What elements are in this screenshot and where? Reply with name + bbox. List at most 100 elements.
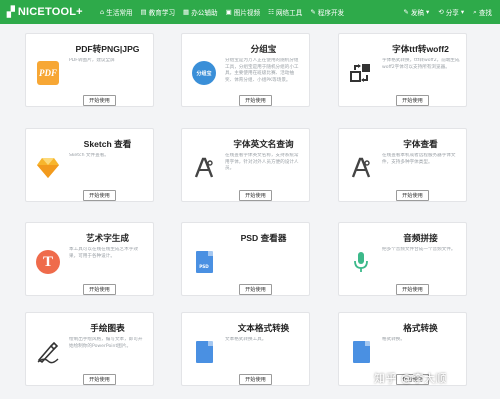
nav-item-dev[interactable]: ✎ 程序开发 (310, 7, 344, 17)
font-convert-svg (350, 64, 370, 82)
font-a-svg (351, 157, 371, 178)
tool-card-text-format[interactable]: 文本格式转换 文本格式转换工具。 开始使用 (181, 312, 310, 386)
psd-icon: PSD (192, 249, 216, 275)
share-button[interactable]: ⟲ 分享 ▾ (438, 7, 464, 17)
card-description: 把多个音频文件合成一个音频文件。 (382, 247, 456, 252)
nav-item-network[interactable]: ☷ 网络工具 (268, 7, 302, 17)
sketch-icon (36, 155, 60, 181)
card-title: 艺术字生成 (86, 233, 129, 243)
start-button[interactable]: 开始使用 (239, 284, 272, 295)
start-button[interactable]: 开始使用 (396, 284, 429, 295)
text-file-shape (195, 341, 213, 363)
tool-card-psd-viewer[interactable]: PSD 查看器 PSD 开始使用 (181, 222, 310, 296)
hand-draw-svg (37, 341, 59, 364)
card-description: 分组宝是为万人正在使用的随机分组工具，分组宝是用于随机分组的小工具，主要使用在班… (225, 58, 299, 83)
start-button[interactable]: 开始使用 (239, 190, 272, 201)
nav-label: 生活常用 (106, 9, 133, 17)
start-button[interactable]: 开始使用 (83, 190, 116, 201)
file-icon (349, 339, 373, 365)
tool-card-font-view[interactable]: 字体查看 在线查看本机或者远程服务器字体文件，支持多种字体类型。 开始使用 (338, 128, 467, 202)
card-description: 在线查看字体英文名称，支持系统常用字体，针对对外人员方便的设计人员。 (225, 153, 299, 172)
mic-svg (354, 252, 368, 272)
logo-icon: ▞ (7, 6, 15, 18)
card-description: 文本格式转换工具。 (225, 337, 267, 342)
tool-card-ttf-to-woff2[interactable]: 字体ttf转woff2 字体格式转换，ttf转woff2，前端生成woff2字体… (338, 33, 467, 107)
hand-draw-icon (36, 339, 60, 365)
card-description: Sketch 文件查看。 (69, 153, 109, 158)
watermark: 知乎 @李大顺 (374, 372, 447, 385)
tool-card-audio-merge[interactable]: 音频拼接 把多个音频文件合成一个音频文件。 开始使用 (338, 222, 467, 296)
card-title: Sketch 查看 (83, 139, 132, 149)
pdf-icon: PDF (36, 60, 60, 86)
sketch-diamond-svg (37, 158, 59, 178)
art-text-icon: T (36, 249, 60, 275)
card-description: 绘制出手绘风格，编写文本，即可开始绘制你的PowerPoint图片。 (69, 337, 143, 349)
pdf-icon-text: PDF (37, 61, 59, 85)
tool-card-group[interactable]: 分组宝 分组宝 分组宝是为万人正在使用的随机分组工具，分组宝是用于随机分组的小工… (181, 33, 310, 107)
search-button[interactable]: ⌕ 查找 (473, 7, 492, 18)
main-nav: ⌂ 生活常用 ▤ 教育学习 ▦ 办公辅助 ▣ 图片视频 ☷ 网络工具 ✎ 程序开发 (100, 0, 352, 24)
office-icon: ▦ (183, 8, 190, 16)
art-text-letter: T (36, 250, 60, 274)
book-icon: ▤ (140, 8, 147, 16)
card-description: PDF转图片，建议全屏 (69, 58, 115, 63)
start-button[interactable]: 开始使用 (396, 95, 429, 106)
code-icon: ✎ (310, 8, 316, 16)
tool-card-pdf-to-png[interactable]: PDF转PNG|JPG PDF PDF转图片，建议全屏 开始使用 (25, 33, 154, 107)
logo[interactable]: ▞ NICETOOL+ (0, 6, 100, 18)
pencil-icon: ✎ (403, 8, 409, 16)
start-button[interactable]: 开始使用 (83, 95, 116, 106)
nav-label: 教育学习 (148, 9, 176, 17)
start-button[interactable]: 开始使用 (239, 374, 272, 385)
card-title: 字体查看 (403, 139, 438, 149)
search-icon: ⌕ (473, 7, 477, 16)
font-view-icon (349, 155, 373, 181)
font-search-icon (192, 155, 216, 181)
card-title: 音频拼接 (403, 233, 438, 243)
start-button[interactable]: 开始使用 (239, 95, 272, 106)
file-shape (352, 341, 370, 363)
nav-label: 办公辅助 (191, 9, 218, 17)
card-title: 文本格式转换 (237, 323, 290, 333)
tool-card-sketch[interactable]: Sketch 查看 Sketch 文件查看。 开始使用 (25, 128, 154, 202)
psd-file-shape: PSD (195, 251, 213, 273)
start-button[interactable]: 开始使用 (83, 374, 116, 385)
logo-text: NICETOOL+ (17, 6, 83, 18)
text-file-icon (192, 339, 216, 365)
tool-card-hand-drawn-chart[interactable]: 手绘图表 绘制出手绘风格，编写文本，即可开始绘制你的PowerPoint图片。 … (25, 312, 154, 386)
card-title: 字体ttf转woff2 (392, 44, 449, 54)
card-title: PSD 查看器 (240, 233, 287, 243)
mic-icon (349, 249, 373, 275)
nav-item-education[interactable]: ▤ 教育学习 (141, 7, 176, 17)
search-label: 查找 (478, 9, 492, 17)
share-label: 分享 (445, 9, 459, 17)
card-title: PDF转PNG|JPG (75, 44, 140, 54)
font-convert-icon (349, 60, 373, 86)
start-button[interactable]: 开始使用 (83, 284, 116, 295)
nav-label: 图片视频 (233, 9, 261, 17)
nav-item-image-video[interactable]: ▣ 图片视频 (226, 7, 261, 17)
card-description: 在线查看本机或者远程服务器字体文件，支持多种字体类型。 (382, 153, 456, 165)
psd-icon-text: PSD (199, 264, 209, 269)
start-button[interactable]: 开始使用 (396, 190, 429, 201)
nav-label: 网络工具 (275, 9, 303, 17)
nav-item-office[interactable]: ▦ 办公辅助 (183, 7, 218, 17)
card-title: 格式转换 (403, 323, 438, 333)
chevron-down-icon: ▾ (426, 8, 430, 16)
chevron-down-icon: ▾ (460, 8, 465, 16)
card-title: 分组宝 (250, 44, 277, 54)
nav-item-life[interactable]: ⌂ 生活常用 (100, 7, 133, 17)
tool-card-font-english-name[interactable]: 字体英文名查询 在线查看字体英文名称，支持系统常用字体，针对对外人员方便的设计人… (181, 128, 310, 202)
card-description: 字体格式转换，ttf转woff2，前端生成woff2字体可以支持所有浏览器。 (382, 58, 460, 70)
share-icon: ⟲ (438, 8, 444, 16)
font-a-svg (194, 157, 214, 178)
card-description: 本工具可以在线在线生成艺术字效果，可用于各种设计。 (69, 247, 138, 259)
home-icon: ⌂ (100, 8, 105, 16)
publish-button[interactable]: ✎ 发稿 ▾ (403, 7, 429, 17)
card-description: 格式转换。 (382, 337, 405, 342)
group-icon-text: 分组宝 (192, 61, 216, 85)
card-title: 手绘图表 (90, 323, 125, 333)
top-nav-bar: ▞ NICETOOL+ ⌂ 生活常用 ▤ 教育学习 ▦ 办公辅助 ▣ 图片视频 ☷ 网络工… (0, 0, 500, 24)
nav-right: ✎ 发稿 ▾ ⟲ 分享 ▾ ⌕ 查找 (394, 7, 500, 18)
tool-card-art-text[interactable]: 艺术字生成 T 本工具可以在线在线生成艺术字效果，可用于各种设计。 开始使用 (25, 222, 154, 296)
